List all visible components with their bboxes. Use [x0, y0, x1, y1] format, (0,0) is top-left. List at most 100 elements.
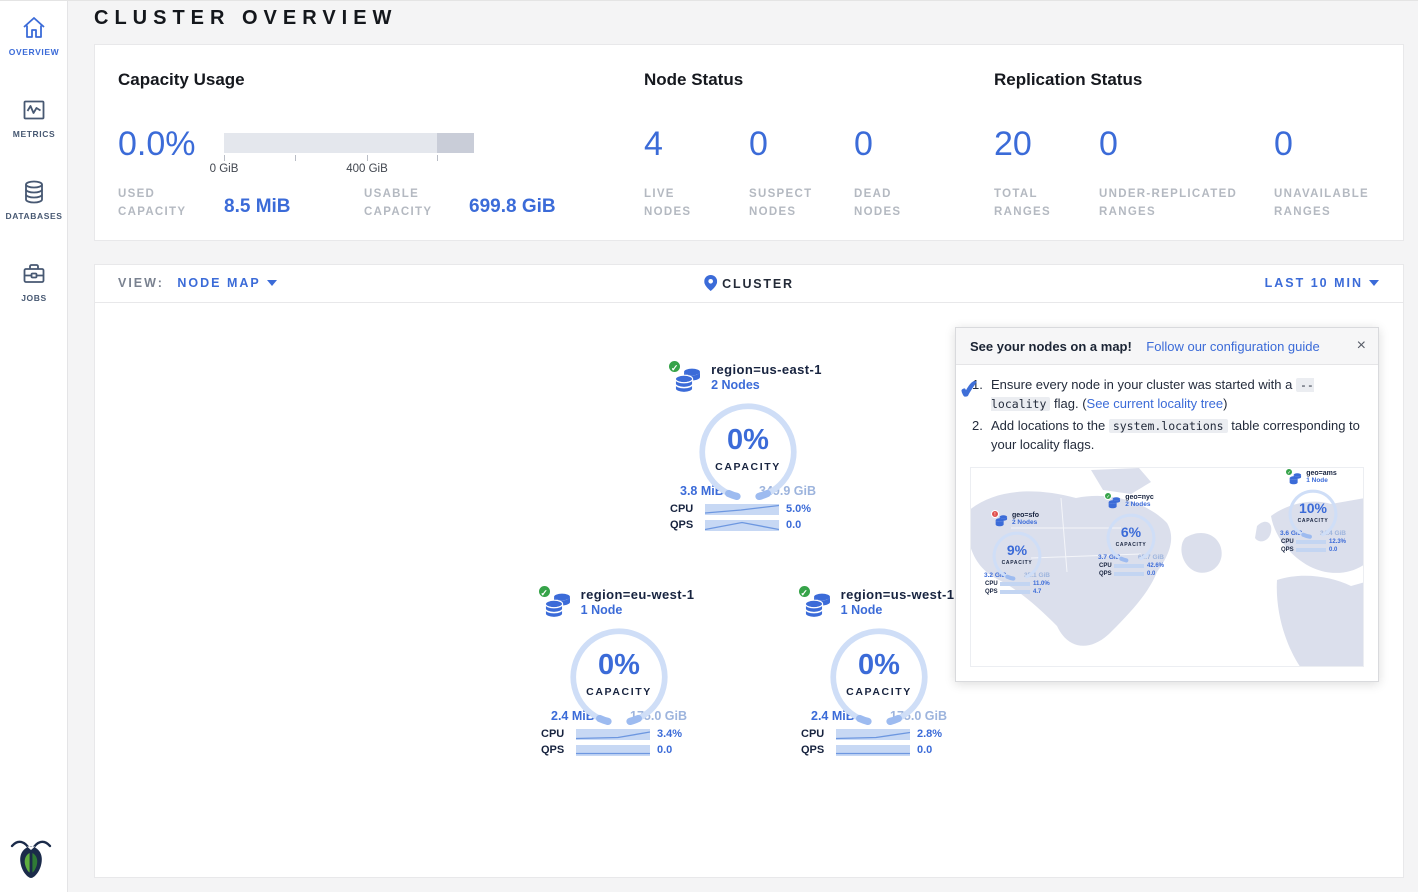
- qps-label: QPS: [985, 589, 997, 595]
- sidebar-item-label: OVERVIEW: [0, 47, 68, 57]
- locality-nodes-link[interactable]: 2 Nodes: [711, 378, 822, 392]
- cpu-sparkline: [1114, 564, 1144, 568]
- locality-nodes: 2 Nodes: [1012, 519, 1039, 526]
- capacity-label: CAPACITY: [827, 686, 931, 698]
- system-locations-code: system.locations: [1109, 419, 1228, 433]
- capacity-tick-label: 0 GiB: [210, 163, 239, 175]
- cpu-value: 3.4%: [657, 728, 697, 740]
- suspect-nodes-label: SUSPECT NODES: [749, 186, 821, 222]
- node-display-us-east-1: ✓ region=us-east-1 2 Nodes 0%: [658, 362, 838, 531]
- capacity-used-percent: 0.0%: [118, 125, 196, 164]
- capacity-percent: 10%: [1287, 500, 1339, 516]
- node-map-config-popup: See your nodes on a map! Follow our conf…: [955, 327, 1379, 682]
- step-text-part: ): [1223, 396, 1227, 411]
- capacity-label: CAPACITY: [696, 461, 800, 473]
- capacity-tick-label: 400 GiB: [346, 163, 388, 175]
- capacity-gauge: 9% CAPACITY: [991, 530, 1043, 580]
- page-title: CLUSTER OVERVIEW: [94, 7, 397, 30]
- database-icon: [0, 179, 68, 205]
- locality-name: geo=nyc: [1125, 494, 1154, 501]
- unavailable-ranges-label: UNAVAILABLE RANGES: [1274, 186, 1384, 222]
- locality-nodes: 2 Nodes: [1125, 501, 1154, 508]
- locality-tree-link[interactable]: See current locality tree: [1087, 396, 1224, 411]
- capacity-label: CAPACITY: [567, 686, 671, 698]
- live-nodes-value: 4: [644, 125, 663, 164]
- sidebar-item-jobs[interactable]: JOBS: [0, 247, 68, 303]
- locality-nodes-link[interactable]: 1 Node: [841, 603, 955, 617]
- replication-status-title: Replication Status: [994, 70, 1142, 90]
- used-capacity-label: USED CAPACITY: [118, 186, 204, 222]
- configuration-guide-link[interactable]: Follow our configuration guide: [1146, 339, 1319, 354]
- cpu-value: 5.0%: [786, 503, 826, 515]
- cpu-label: CPU: [541, 728, 569, 740]
- mini-node-display-ams: ✓ geo=ams 1 Node: [1275, 470, 1351, 553]
- view-label: VIEW:: [118, 276, 164, 290]
- capacity-gauge: 0% CAPACITY: [827, 625, 931, 725]
- used-capacity-value: 8.5 MiB: [224, 196, 291, 218]
- node-display-us-west-1: ✓ region=us-west-1 1 Node 0%: [789, 587, 969, 756]
- completed-check-icon: ✔: [957, 371, 982, 409]
- cpu-label: CPU: [801, 728, 829, 740]
- qps-label: QPS: [541, 744, 569, 756]
- popup-step-1: 1. Ensure every node in your cluster was…: [972, 376, 1362, 414]
- popup-step-2: 2. Add locations to the system.locations…: [972, 417, 1362, 455]
- qps-sparkline: [705, 520, 779, 531]
- capacity-percent: 9%: [991, 542, 1043, 558]
- qps-sparkline: [1000, 590, 1030, 594]
- sidebar-item-databases[interactable]: DATABASES: [0, 165, 68, 221]
- usable-capacity-value: 699.8 GiB: [469, 196, 556, 218]
- close-icon[interactable]: ×: [1357, 337, 1366, 355]
- capacity-tick: [295, 155, 296, 161]
- qps-sparkline: [836, 745, 910, 756]
- step-text: Ensure every node in your cluster was st…: [991, 376, 1362, 414]
- qps-label: QPS: [670, 519, 698, 531]
- step-text: Add locations to the system.locations ta…: [991, 417, 1362, 455]
- view-mode-dropdown[interactable]: NODE MAP: [177, 276, 260, 290]
- capacity-bar: [224, 133, 474, 153]
- step-text-part: Add locations to the: [991, 418, 1105, 433]
- chevron-down-icon[interactable]: [267, 280, 277, 286]
- step-number: 2.: [972, 417, 986, 455]
- unavailable-ranges-value: 0: [1274, 125, 1293, 164]
- cockroachdb-logo[interactable]: [10, 835, 52, 881]
- sidebar-item-overview[interactable]: OVERVIEW: [0, 1, 68, 57]
- locality-name: geo=ams: [1306, 470, 1337, 477]
- popup-title: See your nodes on a map!: [970, 339, 1132, 354]
- sidebar-item-label: JOBS: [0, 293, 68, 303]
- sidebar-item-metrics[interactable]: METRICS: [0, 83, 68, 139]
- qps-sparkline: [1114, 572, 1144, 576]
- capacity-gauge: 0% CAPACITY: [567, 625, 671, 725]
- capacity-percent: 0%: [567, 649, 671, 682]
- capacity-bar-segment: [437, 133, 474, 153]
- locality-name: geo=sfo: [1012, 512, 1039, 519]
- cpu-sparkline: [1000, 582, 1030, 586]
- step-text-part: Ensure every node in your cluster was st…: [991, 377, 1292, 392]
- locality-name: region=us-west-1: [841, 587, 955, 602]
- qps-value: 0.0: [1329, 547, 1345, 553]
- view-bar: VIEW: NODE MAP CLUSTER LAST 10 MIN: [95, 265, 1403, 303]
- time-range-dropdown[interactable]: LAST 10 MIN: [1265, 276, 1379, 290]
- cpu-sparkline: [705, 504, 779, 515]
- cpu-sparkline: [836, 729, 910, 740]
- metrics-icon: [0, 97, 68, 123]
- qps-value: 4.7: [1033, 589, 1049, 595]
- healthy-check-icon: ✓: [667, 359, 682, 374]
- qps-value: 0.0: [917, 744, 957, 756]
- briefcase-icon: [0, 261, 68, 287]
- total-ranges-value: 20: [994, 125, 1032, 164]
- locality-breadcrumb[interactable]: CLUSTER: [704, 275, 794, 291]
- capacity-tick: [367, 155, 368, 161]
- locality-name: region=us-east-1: [711, 362, 822, 377]
- map-pin-icon: [704, 275, 717, 291]
- capacity-percent: 6%: [1105, 524, 1157, 540]
- popup-header: See your nodes on a map! Follow our conf…: [956, 328, 1378, 365]
- suspect-nodes-value: 0: [749, 125, 768, 164]
- mini-node-display-sfo: ! geo=sfo 2 Nodes: [979, 512, 1055, 595]
- cpu-sparkline: [576, 729, 650, 740]
- home-icon: [0, 15, 68, 41]
- sidebar-item-label: METRICS: [0, 129, 68, 139]
- capacity-tick: [437, 155, 438, 161]
- locality-nodes-link[interactable]: 1 Node: [581, 603, 695, 617]
- live-nodes-label: LIVE NODES: [644, 186, 714, 222]
- node-map-canvas: ✓ region=us-east-1 2 Nodes 0%: [95, 303, 1403, 877]
